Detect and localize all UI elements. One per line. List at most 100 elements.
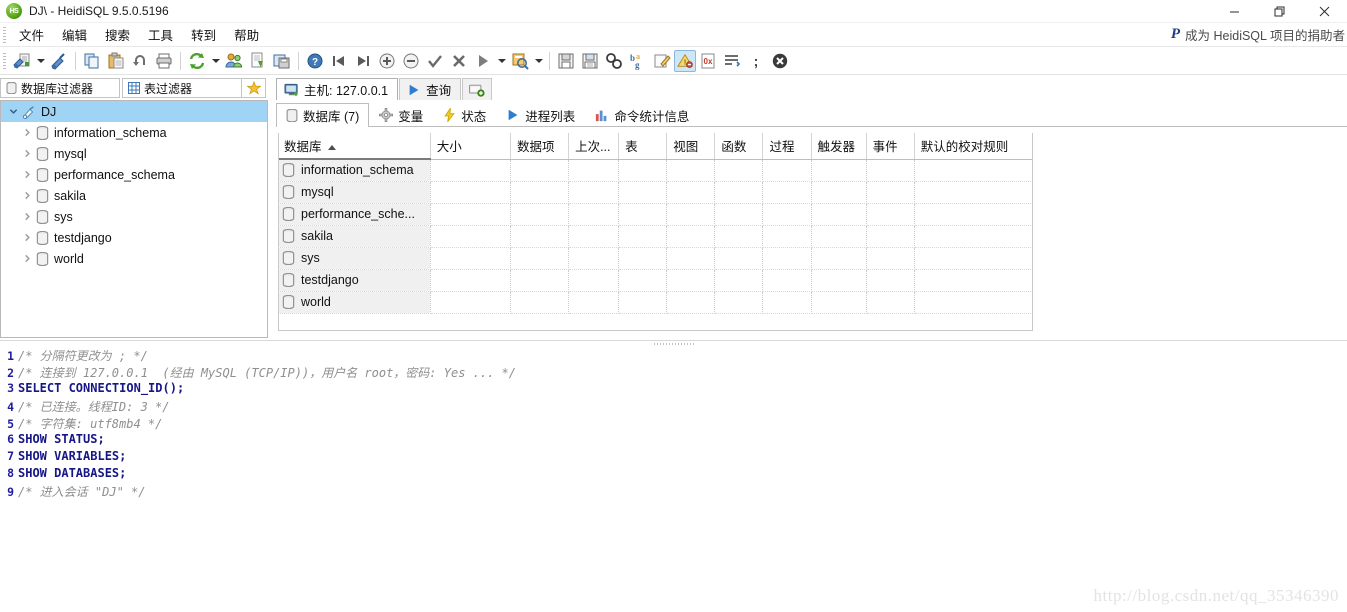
menu-grip-handle[interactable] [3,26,6,43]
copy-icon[interactable] [80,49,104,73]
column-header-0[interactable]: 数据库 [278,133,431,160]
table-row[interactable]: sys [278,247,1033,270]
cell-events[interactable] [866,225,915,248]
chevron-right-icon[interactable] [19,128,36,137]
cell-functions[interactable] [714,291,764,314]
cell-events[interactable] [866,181,915,204]
cell-events[interactable] [866,269,915,292]
delimiter-icon[interactable]: ; [744,49,768,73]
cell-triggers[interactable] [811,225,867,248]
database-tree[interactable]: DJ information_schema mysql performance_sc… [0,100,268,338]
cell-events[interactable] [866,291,915,314]
cell-procedures[interactable] [762,203,812,226]
session-dropdown-caret-icon[interactable] [34,49,47,73]
apply-icon[interactable] [423,49,447,73]
tree-node-sakila[interactable]: sakila [1,185,267,206]
format-sql-icon[interactable]: b a g [626,49,650,73]
menu-item-tools[interactable]: 工具 [139,23,182,46]
menu-item-search[interactable]: 搜索 [96,23,139,46]
explain-icon[interactable] [508,49,532,73]
run-icon[interactable] [471,49,495,73]
session-manager-icon[interactable] [10,49,34,73]
cell-functions[interactable] [714,181,764,204]
column-header-6[interactable]: 函数 [714,133,764,160]
cell-triggers[interactable] [811,203,867,226]
tab-variables[interactable]: 变量 [369,103,433,126]
column-header-9[interactable]: 事件 [866,133,915,160]
cell-size[interactable] [430,225,511,248]
hex-icon[interactable]: 0x [696,49,720,73]
paste-icon[interactable] [104,49,128,73]
cell-events[interactable] [866,159,915,182]
last-icon[interactable] [351,49,375,73]
databases-grid[interactable]: 数据库 大小 数据项 上次... 表 视图 函数 过程 触发器 事件 默认的校对规则 informa… [278,133,1033,331]
table-row[interactable]: testdjango [278,269,1033,292]
cell-tables[interactable] [618,181,668,204]
column-header-3[interactable]: 上次... [568,133,620,160]
minimize-icon[interactable] [1212,0,1257,23]
cell-tables[interactable] [618,291,668,314]
chevron-right-icon[interactable] [19,170,36,179]
cell-collation[interactable] [914,291,1033,314]
cell-views[interactable] [666,269,716,292]
tab-command-statistics[interactable]: 命令统计信息 [585,103,699,126]
cell-procedures[interactable] [762,181,812,204]
column-header-5[interactable]: 视图 [666,133,716,160]
menu-item-help[interactable]: 帮助 [225,23,268,46]
cell-triggers[interactable] [811,291,867,314]
chevron-right-icon[interactable] [19,254,36,263]
cell-views[interactable] [666,225,716,248]
explain-dropdown-caret-icon[interactable] [532,49,545,73]
chevron-down-icon[interactable] [5,107,22,116]
export-grid-icon[interactable] [246,49,270,73]
cell-views[interactable] [666,291,716,314]
table-row[interactable]: sakila [278,225,1033,248]
cell-last[interactable] [568,269,620,292]
cell-items[interactable] [510,269,570,292]
cell-tables[interactable] [618,159,668,182]
tab-host[interactable]: 主机: 127.0.0.1 [276,78,399,100]
user-manager-icon[interactable] [222,49,246,73]
first-icon[interactable] [327,49,351,73]
cell-items[interactable] [510,291,570,314]
print-icon[interactable] [152,49,176,73]
table-row[interactable]: performance_sche... [278,203,1033,226]
cell-size[interactable] [430,247,511,270]
delete-row-icon[interactable] [399,49,423,73]
warning-icon[interactable]: ! [674,49,696,72]
cell-views[interactable] [666,247,716,270]
cell-events[interactable] [866,247,915,270]
tree-node-performance_schema[interactable]: performance_schema [1,164,267,185]
cell-procedures[interactable] [762,269,812,292]
tree-node-root[interactable]: DJ [1,101,267,122]
cell-size[interactable] [430,159,511,182]
tab-query[interactable]: 查询 [399,78,462,100]
tree-node-testdjango[interactable]: testdjango [1,227,267,248]
table-filter-input[interactable]: 表过滤器 [122,78,242,98]
table-row[interactable]: mysql [278,181,1033,204]
cell-items[interactable] [510,225,570,248]
refresh-icon[interactable] [185,49,209,73]
cell-views[interactable] [666,203,716,226]
cell-collation[interactable] [914,181,1033,204]
disconnect-icon[interactable] [47,49,71,73]
column-header-4[interactable]: 表 [618,133,668,160]
cell-tables[interactable] [618,203,668,226]
menu-item-goto[interactable]: 转到 [182,23,225,46]
cell-last[interactable] [568,159,620,182]
tab-status[interactable]: 状态 [433,103,496,126]
column-header-2[interactable]: 数据项 [510,133,570,160]
database-filter-input[interactable]: 数据库过滤器 [0,78,120,98]
column-header-8[interactable]: 触发器 [811,133,867,160]
cell-size[interactable] [430,269,511,292]
save-icon[interactable] [554,49,578,73]
cell-functions[interactable] [714,269,764,292]
cell-items[interactable] [510,181,570,204]
cell-triggers[interactable] [811,159,867,182]
run-dropdown-caret-icon[interactable] [495,49,508,73]
chevron-right-icon[interactable] [19,212,36,221]
wrap-lines-icon[interactable] [720,49,744,73]
close-icon[interactable] [1302,0,1347,23]
cell-items[interactable] [510,159,570,182]
cancel-icon[interactable] [447,49,471,73]
